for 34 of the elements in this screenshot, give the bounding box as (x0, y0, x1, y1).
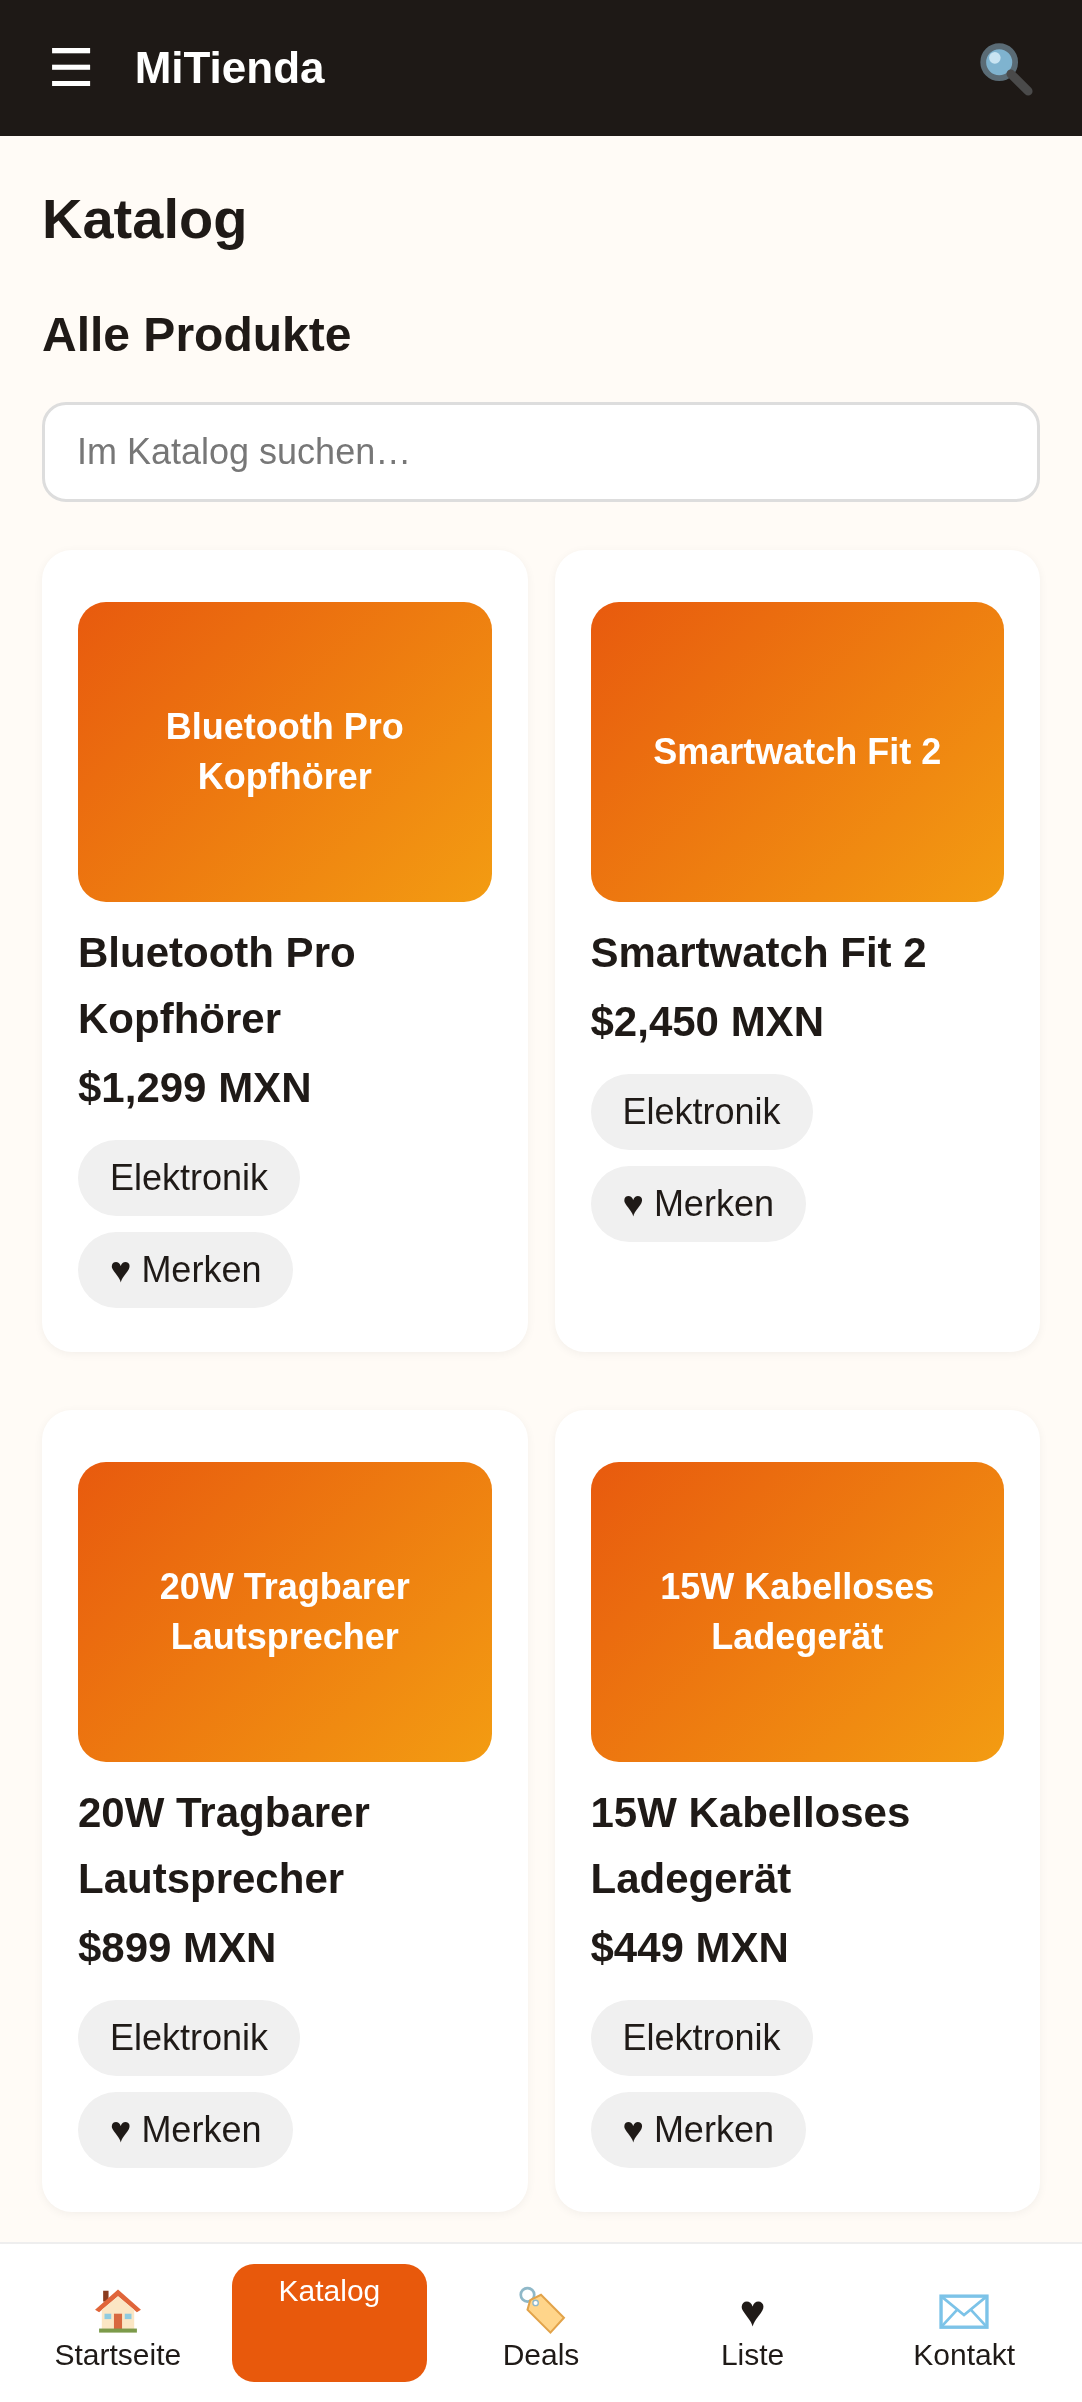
product-card[interactable]: Smartwatch Fit 2 Smartwatch Fit 2 $2,450 MXN Elektronik ♥ Merken (554, 550, 1040, 1352)
product-price: $899 MXN (78, 1924, 278, 1972)
nav-tab[interactable]: Startseite (20, 2264, 216, 2382)
section-title: Alle Produkte (42, 307, 353, 362)
product-name: 20W Tragbarer Lautsprecher (78, 1788, 371, 1904)
product-image: 15W Kabelloses Ladegerät (590, 1462, 1004, 1762)
product-name: 15W Kabelloses Ladegerät (590, 1788, 912, 1904)
menu-icon[interactable]: ☰ (48, 42, 95, 94)
category-tag: Elektronik (78, 2000, 301, 2076)
product-price: $2,450 MXN (590, 998, 825, 1046)
nav-tab[interactable]: Katalog (231, 2264, 428, 2382)
product-image: 20W Tragbarer Lautsprecher (78, 1462, 492, 1762)
save-button[interactable]: ♥ Merken (78, 2092, 294, 2168)
category-tag: Elektronik (590, 2000, 813, 2076)
nav-tab[interactable]: Deals (443, 2264, 639, 2382)
nav-tab[interactable]: Kontakt (866, 2264, 1062, 2382)
brand-name[interactable]: MiTienda (134, 43, 936, 93)
nav-tab[interactable]: ♥ Liste (654, 2264, 851, 2382)
product-card[interactable]: 15W Kabelloses Ladegerät 15W Kabelloses Ladegerät $449 MXN Elektronik ♥ Merken (554, 1410, 1040, 2212)
product-card[interactable]: 20W Tragbarer Lautsprecher 20W Tragbarer Lautsprecher $899 MXN Elektronik ♥ Merken (42, 1410, 528, 2212)
product-card[interactable]: Bluetooth Pro Kopfhörer Bluetooth Pro Kopfhörer $1,299 MXN Elektronik ♥ Merken (42, 550, 528, 1352)
product-image: Bluetooth Pro Kopfhörer (78, 602, 492, 902)
product-price: $449 MXN (590, 1924, 790, 1972)
product-price: $1,299 MXN (78, 1064, 313, 1112)
category-tag: Elektronik (590, 1074, 813, 1150)
category-tag: Elektronik (78, 1140, 301, 1216)
product-name: Smartwatch Fit 2 (590, 928, 928, 978)
search-field[interactable]: Im Katalog suchen… (42, 402, 1040, 502)
product-image: Smartwatch Fit 2 (590, 602, 1004, 902)
save-button[interactable]: ♥ Merken (590, 1166, 806, 1242)
page-title: Katalog (42, 186, 249, 251)
product-name: Bluetooth Pro Kopfhörer (78, 928, 357, 1044)
save-button[interactable]: ♥ Merken (590, 2092, 806, 2168)
save-button[interactable]: ♥ Merken (78, 1232, 294, 1308)
